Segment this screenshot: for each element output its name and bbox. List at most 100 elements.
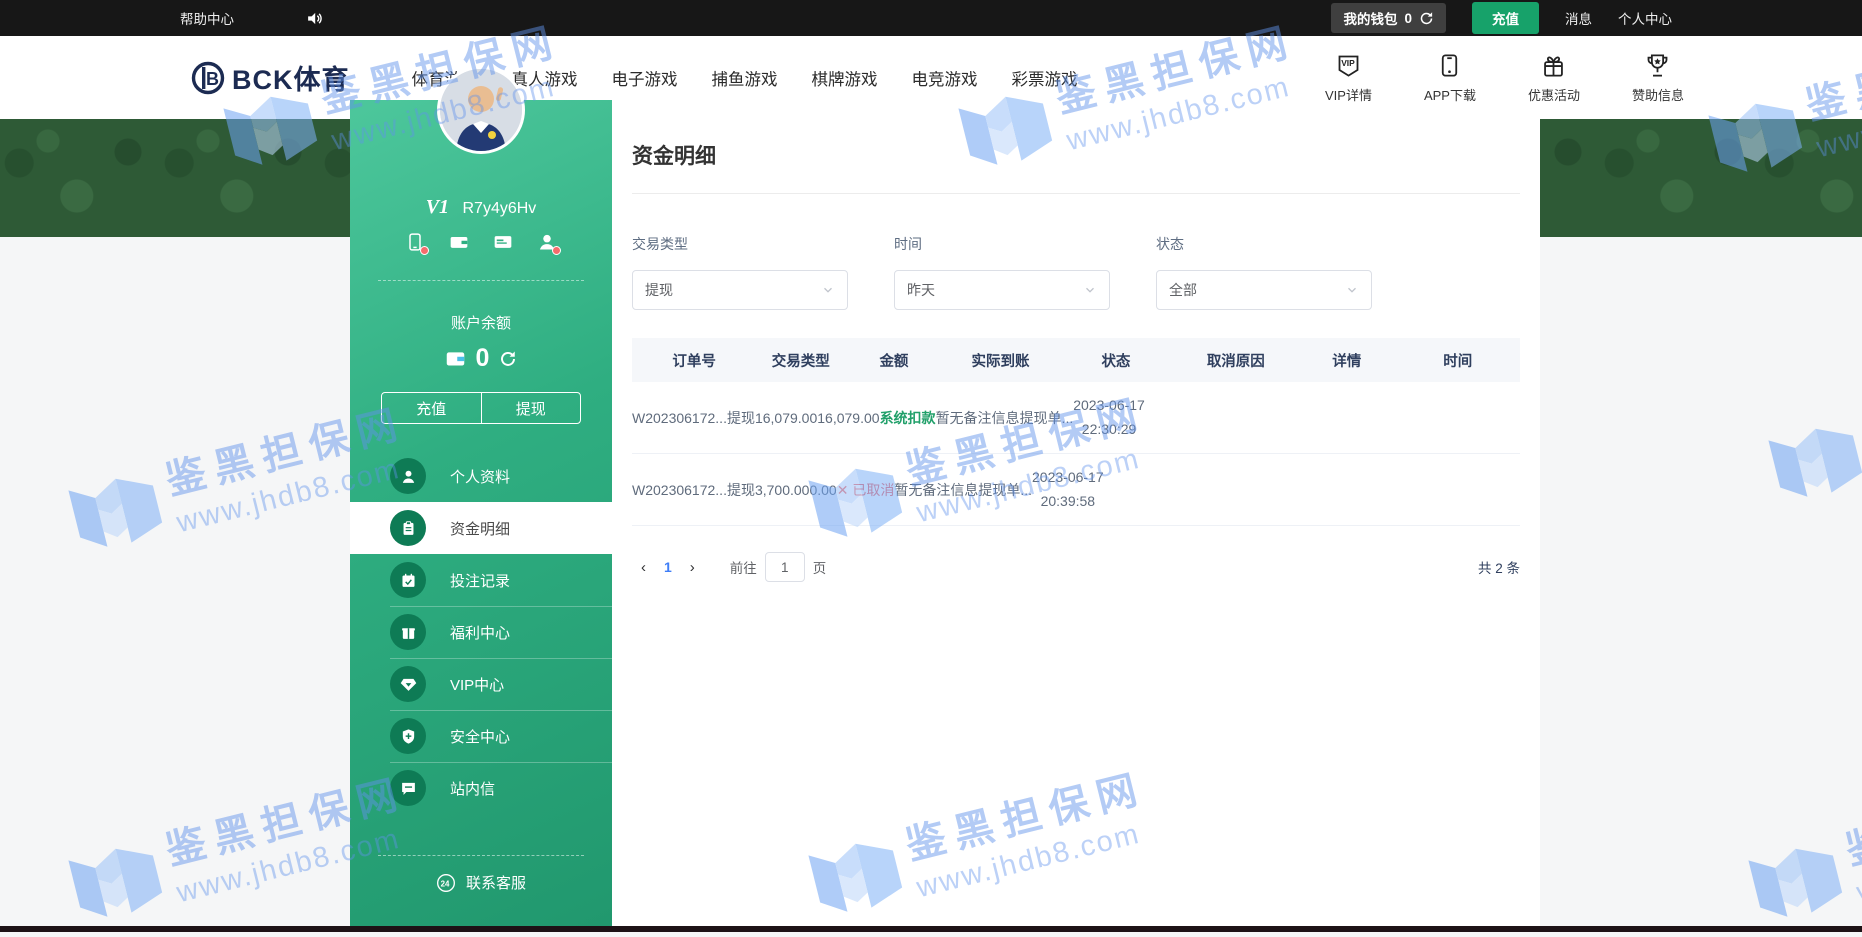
amount: 16,079.00 [755,410,817,426]
wallet-label: 我的钱包 [1343,8,1397,28]
app-download-item[interactable]: APP下载 [1424,52,1476,104]
status-select[interactable]: 全部 [1156,270,1372,310]
timestamp: 2023-06-17 20:39:58 [1032,466,1104,512]
my-wallet-pill[interactable]: 我的钱包 0 [1331,3,1446,33]
detail-link[interactable]: 提现单... [1020,408,1074,428]
balance-amount: 0 [476,344,490,373]
chevron-down-icon [1083,283,1097,297]
col-header: 交易类型 [756,350,845,371]
topbar: 帮助中心 我的钱包 0 充值 消息 个人中心 [0,0,1862,36]
col-header: 金额 [845,350,943,371]
svg-text:24: 24 [441,879,450,888]
col-header: 订单号 [632,350,756,371]
sidebar-item-funds-detail[interactable]: 资金明细 [350,502,612,554]
sidebar-item-label: 福利中心 [450,622,510,643]
status-text: 已取消 [852,482,894,498]
select-value: 昨天 [907,280,935,300]
page-title: 资金明细 [632,140,1520,170]
support-24h-icon: 24 [436,873,456,893]
user-row: V1 R7y4y6Hv [350,196,612,219]
sidebar-item-label: 资金明细 [450,518,510,539]
sidebar-recharge-button[interactable]: 充值 [382,393,481,423]
filter-time: 时间 昨天 [894,234,1110,310]
balance-wallet-icon [445,348,466,369]
person-icon [390,458,426,494]
time-select[interactable]: 昨天 [894,270,1110,310]
sidebar-item-label: 个人资料 [450,466,510,487]
order-number: W202306172... [632,410,727,426]
verification-icons-row [350,232,612,252]
vip-diamond-icon [390,666,426,702]
sidebar-item-inbox[interactable]: 站内信 [350,762,612,814]
next-page-button[interactable]: › [681,559,704,576]
filter-label: 时间 [894,234,1110,254]
col-header: 取消原因 [1174,350,1298,371]
nav-live[interactable]: 真人游戏 [512,66,578,90]
sidebar-item-bet-records[interactable]: 投注记录 [350,554,612,606]
quick-label: APP下载 [1424,85,1476,104]
logo-text: BCK体育 [232,58,350,97]
speaker-icon[interactable] [306,10,323,27]
prev-page-button[interactable]: ‹ [632,559,655,576]
contact-support-label: 联系客服 [466,872,526,893]
page-number-1[interactable]: 1 [655,559,681,575]
transaction-type-select[interactable]: 提现 [632,270,848,310]
col-header: 时间 [1396,350,1520,371]
site-logo[interactable]: B BCK体育 [190,58,350,97]
sidebar-item-welfare[interactable]: 福利中心 [350,606,612,658]
sponsor-info-item[interactable]: 赞助信息 [1632,52,1684,104]
sidebar-item-profile[interactable]: 个人资料 [350,450,612,502]
nav-slots[interactable]: 电子游戏 [612,66,678,90]
wallet-amount: 0 [1404,11,1412,26]
sidebar-menu: 个人资料 资金明细 投注记录 [350,450,612,814]
profile-center-link[interactable]: 个人中心 [1618,8,1672,28]
filter-status: 状态 全部 [1156,234,1372,310]
col-header: 详情 [1298,350,1396,371]
detail-link[interactable]: 提现单... [978,480,1032,500]
timestamp: 2023-06-17 22:30:29 [1073,394,1145,440]
title-divider [632,193,1520,194]
identity-verified-icon[interactable] [537,232,557,252]
contact-support[interactable]: 24 联系客服 [350,872,612,893]
refresh-balance-icon[interactable] [499,350,517,368]
vip-detail-item[interactable]: VIP VIP详情 [1325,52,1372,104]
sidebar-withdraw-button[interactable]: 提现 [481,393,581,423]
select-value: 全部 [1169,280,1197,300]
chevron-down-icon [821,283,835,297]
phone-verified-icon[interactable] [405,232,425,252]
actual-amount: 16,079.00 [817,410,879,426]
inbox-message-icon [390,770,426,806]
time: 20:39:58 [1032,490,1104,513]
order-number: W202306172... [632,482,727,498]
col-header: 实际到账 [943,350,1058,371]
bet-record-icon [390,562,426,598]
balance-row: 0 [350,344,612,373]
watermark: 鉴黑担保网www.jhdb8.com [1734,759,1862,937]
date: 2023-06-17 [1073,394,1145,417]
status-badge: ✕ 已取消 [837,480,895,500]
sidebar-item-vip-center[interactable]: VIP中心 [350,658,612,710]
username: R7y4y6Hv [462,200,536,217]
messages-link[interactable]: 消息 [1565,8,1592,28]
sidebar-item-security-center[interactable]: 安全中心 [350,710,612,762]
nav-cards[interactable]: 棋牌游戏 [812,66,878,90]
promotions-item[interactable]: 优惠活动 [1528,52,1580,104]
nav-quick-items: VIP VIP详情 APP下载 [1325,52,1684,104]
account-sidebar: V1 R7y4y6Hv 账户余额 [350,100,612,926]
nav-esports[interactable]: 电竞游戏 [912,66,978,90]
bank-card-icon[interactable] [493,232,513,252]
goto-page-input[interactable] [765,552,805,582]
recharge-button[interactable]: 充值 [1472,2,1539,34]
transaction-type: 提现 [727,480,755,500]
balance-actions: 充值 提现 [381,392,581,424]
quick-label: VIP详情 [1325,85,1372,104]
goto-suffix: 页 [813,557,827,577]
promo-gift-icon [1540,52,1567,79]
wallet-bind-icon[interactable] [449,232,469,252]
nav-lottery[interactable]: 彩票游戏 [1012,66,1078,90]
nav-fishing[interactable]: 捕鱼游戏 [712,66,778,90]
refresh-wallet-icon[interactable] [1419,11,1434,26]
table-header-row: 订单号 交易类型 金额 实际到账 状态 取消原因 详情 时间 [632,338,1520,382]
actual-amount: 0.00 [809,482,836,498]
help-center-link[interactable]: 帮助中心 [180,8,234,28]
